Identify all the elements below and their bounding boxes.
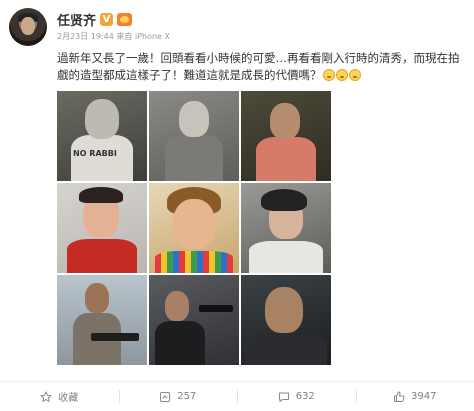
like-count: 3947 [411, 391, 437, 402]
post-text-block: 過新年又長了一歲！回頭看看小時候的可愛…再看看剛入行時的清秀，而現在拍戲的造型都… [57, 50, 467, 84]
repost-button[interactable]: 257 [118, 382, 238, 411]
photo-figure-hair [79, 187, 123, 203]
photo-9[interactable] [241, 275, 331, 365]
emoji-icon [348, 69, 361, 81]
repost-icon [159, 391, 171, 403]
photo-figure-face [173, 199, 215, 249]
photo-figure-body [71, 135, 133, 181]
weibo-post: 任贤齐 V 2月23日 19:44 来自 iPhone X 過新年又長了一歲！回… [0, 0, 474, 411]
comment-count: 632 [295, 391, 315, 402]
avatar-face [21, 17, 35, 35]
photo-1[interactable]: NO RABBI [57, 91, 147, 181]
member-level-icon [117, 12, 133, 26]
favorite-label: 收藏 [58, 393, 79, 404]
photo-figure-face [85, 99, 119, 139]
star-icon [40, 391, 52, 403]
photo-figure-body [249, 241, 323, 273]
repost-count: 257 [177, 391, 197, 402]
photo-figure-face [265, 287, 303, 333]
photo-7[interactable] [57, 275, 147, 365]
photo-shirt-text: NO RABBI [73, 149, 117, 158]
photo-figure-body [155, 251, 233, 273]
post-text: 過新年又長了一歲！回頭看看小時候的可愛…再看看剛入行時的清秀，而現在拍戲的造型都… [57, 51, 460, 82]
photo-3[interactable] [241, 91, 331, 181]
photo-grid: NO RABBI [57, 91, 331, 367]
photo-2[interactable] [149, 91, 239, 181]
photo-4[interactable] [57, 183, 147, 273]
avatar[interactable] [9, 8, 47, 46]
photo-5[interactable] [149, 183, 239, 273]
post-meta: 2月23日 19:44 来自 iPhone X [57, 32, 170, 41]
photo-figure-body [67, 239, 137, 273]
photo-prop [199, 305, 233, 312]
comment-icon [278, 391, 290, 403]
photo-figure-face [270, 103, 300, 139]
photo-figure-body [245, 335, 327, 365]
photo-figure-hair [261, 189, 307, 211]
emoji-icon [335, 69, 348, 81]
photo-8[interactable] [149, 275, 239, 365]
photo-prop [91, 333, 139, 341]
author-name[interactable]: 任贤齐 [57, 10, 96, 29]
like-button[interactable]: 3947 [355, 382, 474, 411]
photo-6[interactable] [241, 183, 331, 273]
photo-figure-face [85, 283, 109, 313]
author-row: 任贤齐 V [57, 10, 133, 29]
photo-figure-face [165, 291, 189, 321]
photo-figure-body [256, 137, 316, 181]
photo-figure-face [179, 101, 209, 137]
thumbs-up-icon [393, 391, 405, 403]
action-toolbar: 收藏 257 632 3947 [0, 382, 474, 411]
emoji-icon [322, 69, 335, 81]
comment-button[interactable]: 632 [237, 382, 356, 411]
favorite-button[interactable]: 收藏 [0, 382, 119, 411]
verified-badge-icon: V [100, 12, 114, 26]
photo-figure-body [155, 321, 205, 365]
photo-figure-body [165, 135, 223, 181]
